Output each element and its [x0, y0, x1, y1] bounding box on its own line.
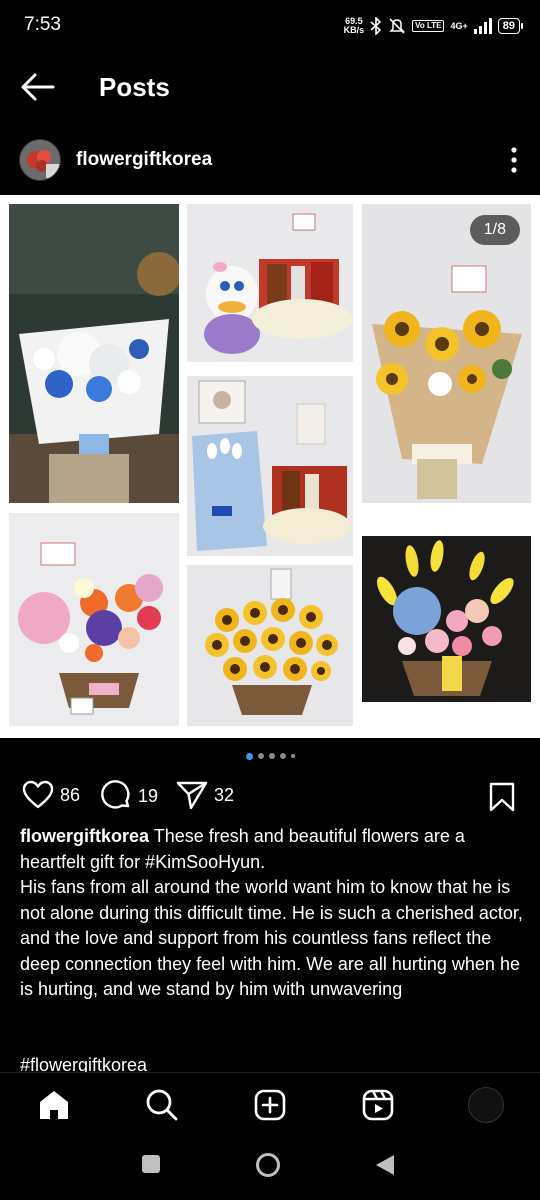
- triangle-back-icon: [376, 1155, 394, 1175]
- volte-badge: Vo LTE: [412, 20, 445, 32]
- status-bar: 7:53 69.5 KB/s Vo LTE 4G+ 89: [0, 0, 540, 52]
- network-speed: 69.5 KB/s: [343, 16, 365, 35]
- heart-icon: [22, 780, 54, 809]
- carousel-indicator: [0, 750, 540, 762]
- like-count: 86: [60, 784, 81, 805]
- carousel-dot-active: [245, 752, 253, 760]
- square-icon: [142, 1155, 160, 1173]
- author-avatar[interactable]: [19, 139, 61, 181]
- photo-rose-hydrangea-basket: [9, 513, 179, 726]
- carousel-dot: [290, 754, 295, 758]
- system-navigation-bar: [0, 1136, 540, 1200]
- arrow-left-icon: [21, 73, 55, 101]
- bottom-navigation: [0, 1072, 540, 1136]
- recent-apps-button[interactable]: [141, 1154, 161, 1179]
- battery-indicator: 89: [497, 18, 524, 34]
- like-button[interactable]: 86: [22, 780, 80, 810]
- circle-icon: [256, 1153, 280, 1177]
- status-icons: 69.5 KB/s Vo LTE 4G+ 89: [343, 13, 524, 39]
- nav-search[interactable]: [144, 1087, 180, 1123]
- photo-sunflower-bouquet: [362, 204, 531, 503]
- more-options-button[interactable]: [506, 144, 522, 176]
- page-title: Posts: [99, 72, 170, 102]
- more-vertical-icon: [511, 147, 517, 173]
- photo-plush-snack-basket: [187, 204, 353, 362]
- plus-square-icon: [254, 1089, 286, 1121]
- signal-icon: [473, 18, 492, 34]
- carousel-dot: [268, 753, 275, 759]
- post-media-carousel[interactable]: 1/8: [0, 195, 540, 738]
- photo-lily-hydrangea-basket: [362, 536, 531, 702]
- nav-create[interactable]: [252, 1087, 288, 1123]
- photo-sunflower-basket: [187, 565, 353, 726]
- nav-home[interactable]: [36, 1087, 72, 1123]
- home-icon: [40, 1091, 68, 1119]
- caption-body: His fans from all around the world want …: [20, 877, 523, 999]
- home-system-button[interactable]: [255, 1152, 281, 1183]
- top-app-bar: Posts: [0, 52, 540, 122]
- status-time: 7:53: [24, 14, 61, 35]
- comment-count: 19: [138, 785, 159, 806]
- share-button[interactable]: 32: [176, 780, 234, 810]
- back-button[interactable]: [20, 70, 58, 104]
- save-button[interactable]: [488, 782, 516, 817]
- send-icon: [176, 781, 208, 810]
- caption-username[interactable]: flowergiftkorea: [20, 826, 149, 846]
- post-actions: 86 19 32: [0, 774, 540, 820]
- carousel-dot: [279, 753, 286, 759]
- profile-avatar: [468, 1087, 504, 1123]
- search-icon: [146, 1089, 178, 1121]
- post-header: flowergiftkorea: [0, 130, 540, 190]
- bookmark-icon: [489, 782, 515, 812]
- nav-reels[interactable]: [360, 1087, 396, 1123]
- bluetooth-icon: [370, 17, 382, 35]
- reels-icon: [362, 1089, 394, 1121]
- mute-icon: [389, 18, 405, 34]
- carousel-dot: [257, 753, 264, 759]
- network-type: 4G+: [450, 20, 468, 31]
- carousel-page-counter: 1/8: [469, 215, 520, 245]
- comment-icon: [101, 780, 130, 809]
- share-count: 32: [214, 784, 235, 805]
- photo-blue-white-bouquet: [9, 204, 179, 503]
- back-system-button[interactable]: [375, 1154, 395, 1181]
- avatar-image: [20, 140, 60, 180]
- nav-profile[interactable]: [468, 1087, 504, 1123]
- post-caption: flowergiftkorea These fresh and beautifu…: [20, 824, 526, 1003]
- photo-tulips-snack-basket: [187, 376, 353, 556]
- author-username[interactable]: flowergiftkorea: [76, 149, 212, 171]
- comment-button[interactable]: 19: [100, 780, 158, 812]
